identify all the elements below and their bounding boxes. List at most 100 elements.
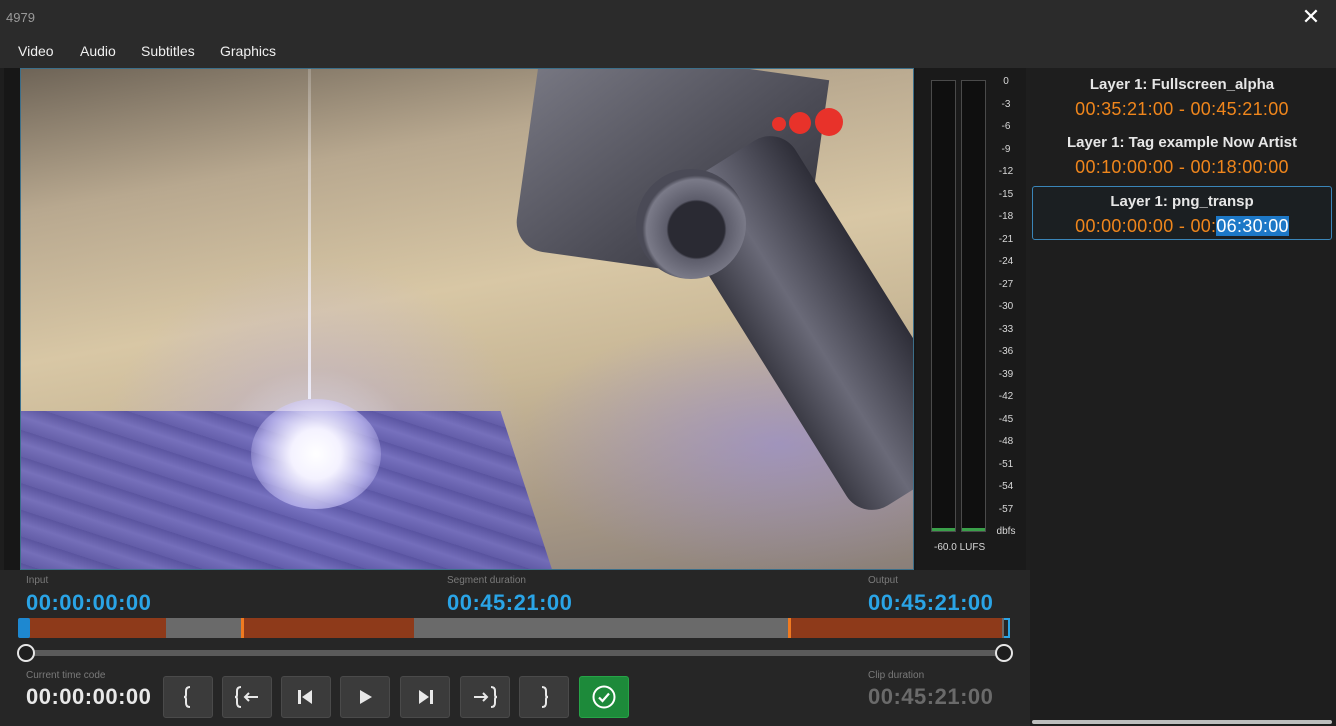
window-title: 4979 [6,10,35,25]
scrub-start-knob[interactable] [17,644,35,662]
timeline-marker[interactable] [241,618,244,638]
current-timecode: 00:00:00:00 [26,684,152,709]
layer-time-range[interactable]: 00:10:00:00 - 00:18:00:00 [1032,157,1332,178]
input-timecode[interactable]: 00:00:00:00 [26,590,151,616]
recording-dot-large [815,108,843,136]
meter-tick: -36 [998,346,1014,357]
go-to-out-icon [474,686,498,708]
meter-tick: -30 [998,301,1014,312]
go-to-out-button[interactable] [460,676,510,718]
menu-subtitles[interactable]: Subtitles [141,43,195,59]
transport-controls: Input 00:00:00:00 Segment duration 00:45… [0,570,1030,726]
mark-out-icon [541,686,549,708]
meter-tick: 0 [1003,76,1009,87]
meter-tick: -39 [998,368,1014,380]
menu-audio[interactable]: Audio [80,43,116,59]
layer-time-separator: - [1173,216,1191,236]
layer-end-time-selection[interactable]: 06:30:00 [1216,216,1289,236]
step-forward-icon [419,690,433,704]
menu-bar: Video Audio Subtitles Graphics [0,36,1336,68]
meter-tick: -54 [998,481,1014,492]
meter-tick: -57 [998,503,1014,515]
layer-end-time-input[interactable]: 00:06:30:00 [1190,216,1289,236]
video-preview-area [4,68,1026,570]
meter-tick: -33 [998,323,1014,335]
layer-time-range[interactable]: 00:35:21:00 - 00:45:21:00 [1032,99,1332,120]
layer-time-separator: - [1173,99,1191,119]
audio-meters: 0 -3 -6 -9 -12 -15 -18 -21 -24 -27 -30 -… [916,68,1026,570]
meter-tick: -45 [998,413,1014,425]
layer-time-separator: - [1173,157,1191,177]
output-timecode[interactable]: 00:45:21:00 [868,590,993,616]
lufs-readout: -60.0 LUFS [934,542,986,553]
layer-time-range[interactable]: 00:00:00:00 - 00:06:30:00 [1033,216,1331,237]
clip-duration-label: Clip duration [868,670,925,681]
timeline-segment [28,618,166,638]
layer-end-time-prefix[interactable]: 00: [1190,216,1216,236]
mark-in-button[interactable] [163,676,213,718]
layer-start-time[interactable]: 00:00:00:00 [1075,216,1173,236]
meter-tick: -42 [998,391,1014,402]
input-label: Input [26,575,49,586]
meter-tick: -27 [998,278,1014,290]
meter-tick: -12 [998,166,1014,177]
checkmark-circle-icon [592,685,616,709]
title-bar: 4979 ✕ [0,0,1336,36]
layer-name: Layer 1: png_transp [1110,193,1254,210]
layer-item-selected[interactable]: Layer 1: png_transp 00:00:00:00 - 00:06:… [1032,186,1332,240]
play-button[interactable] [340,676,390,718]
video-nozzle [636,169,746,279]
timeline-marker[interactable] [788,618,791,638]
meter-tick: -6 [1001,121,1011,132]
clip-duration: 00:45:21:00 [868,684,994,709]
layer-item[interactable]: Layer 1: Tag example Now Artist 00:10:00… [1032,128,1332,182]
timeline-segment [242,618,414,638]
layer-name: Layer 1: Fullscreen_alpha [1089,76,1275,93]
layer-item[interactable]: Layer 1: Fullscreen_alpha 00:35:21:00 - … [1032,70,1332,124]
mark-in-icon [183,686,191,708]
step-back-icon [298,690,312,704]
mark-out-button[interactable] [519,676,569,718]
meter-tick: -51 [998,458,1014,470]
graphics-layers-panel: Layer 1: Fullscreen_alpha 00:35:21:00 - … [1030,68,1336,726]
confirm-button[interactable] [579,676,629,718]
go-to-in-button[interactable] [222,676,272,718]
meter-tick: -3 [1001,98,1011,110]
play-icon [360,690,372,704]
meter-tick: -9 [1001,143,1011,155]
layer-end-time[interactable]: 00:45:21:00 [1190,99,1288,119]
scrub-end-knob[interactable] [995,644,1013,662]
meter-bar-left [931,80,956,532]
layer-end-time[interactable]: 00:18:00:00 [1190,157,1288,177]
meter-level-right [962,528,985,531]
step-forward-button[interactable] [400,676,450,718]
video-laser-glow [251,399,381,509]
close-icon[interactable]: ✕ [1300,6,1322,28]
meter-tick: -24 [998,256,1014,267]
meter-level-left [932,528,955,531]
go-to-in-icon [234,686,258,708]
horizontal-scrollbar[interactable] [1032,720,1332,724]
recording-dot-medium [789,112,811,134]
out-point-bracket[interactable] [1004,618,1010,638]
in-point-handle[interactable] [18,618,30,638]
recording-dot-small [772,117,786,131]
segment-timeline[interactable] [18,618,1010,638]
menu-video[interactable]: Video [18,43,54,59]
video-frame[interactable] [20,68,914,570]
meter-tick: -48 [998,436,1014,447]
timeline-segment [790,618,1002,638]
meter-tick: -15 [998,188,1014,200]
meter-unit: dbfs [996,526,1016,537]
meter-scale: 0 -3 -6 -9 -12 -15 -18 -21 -24 -27 -30 -… [988,76,1024,546]
video-laser-beam [308,69,311,399]
layer-start-time[interactable]: 00:35:21:00 [1075,99,1173,119]
step-back-button[interactable] [281,676,331,718]
meter-bar-right [961,80,986,532]
layer-start-time[interactable]: 00:10:00:00 [1075,157,1173,177]
meter-tick: -18 [998,211,1014,222]
menu-graphics[interactable]: Graphics [220,43,276,59]
segment-duration: 00:45:21:00 [447,590,573,615]
scrub-bar[interactable] [17,644,1013,662]
output-label: Output [868,575,899,586]
